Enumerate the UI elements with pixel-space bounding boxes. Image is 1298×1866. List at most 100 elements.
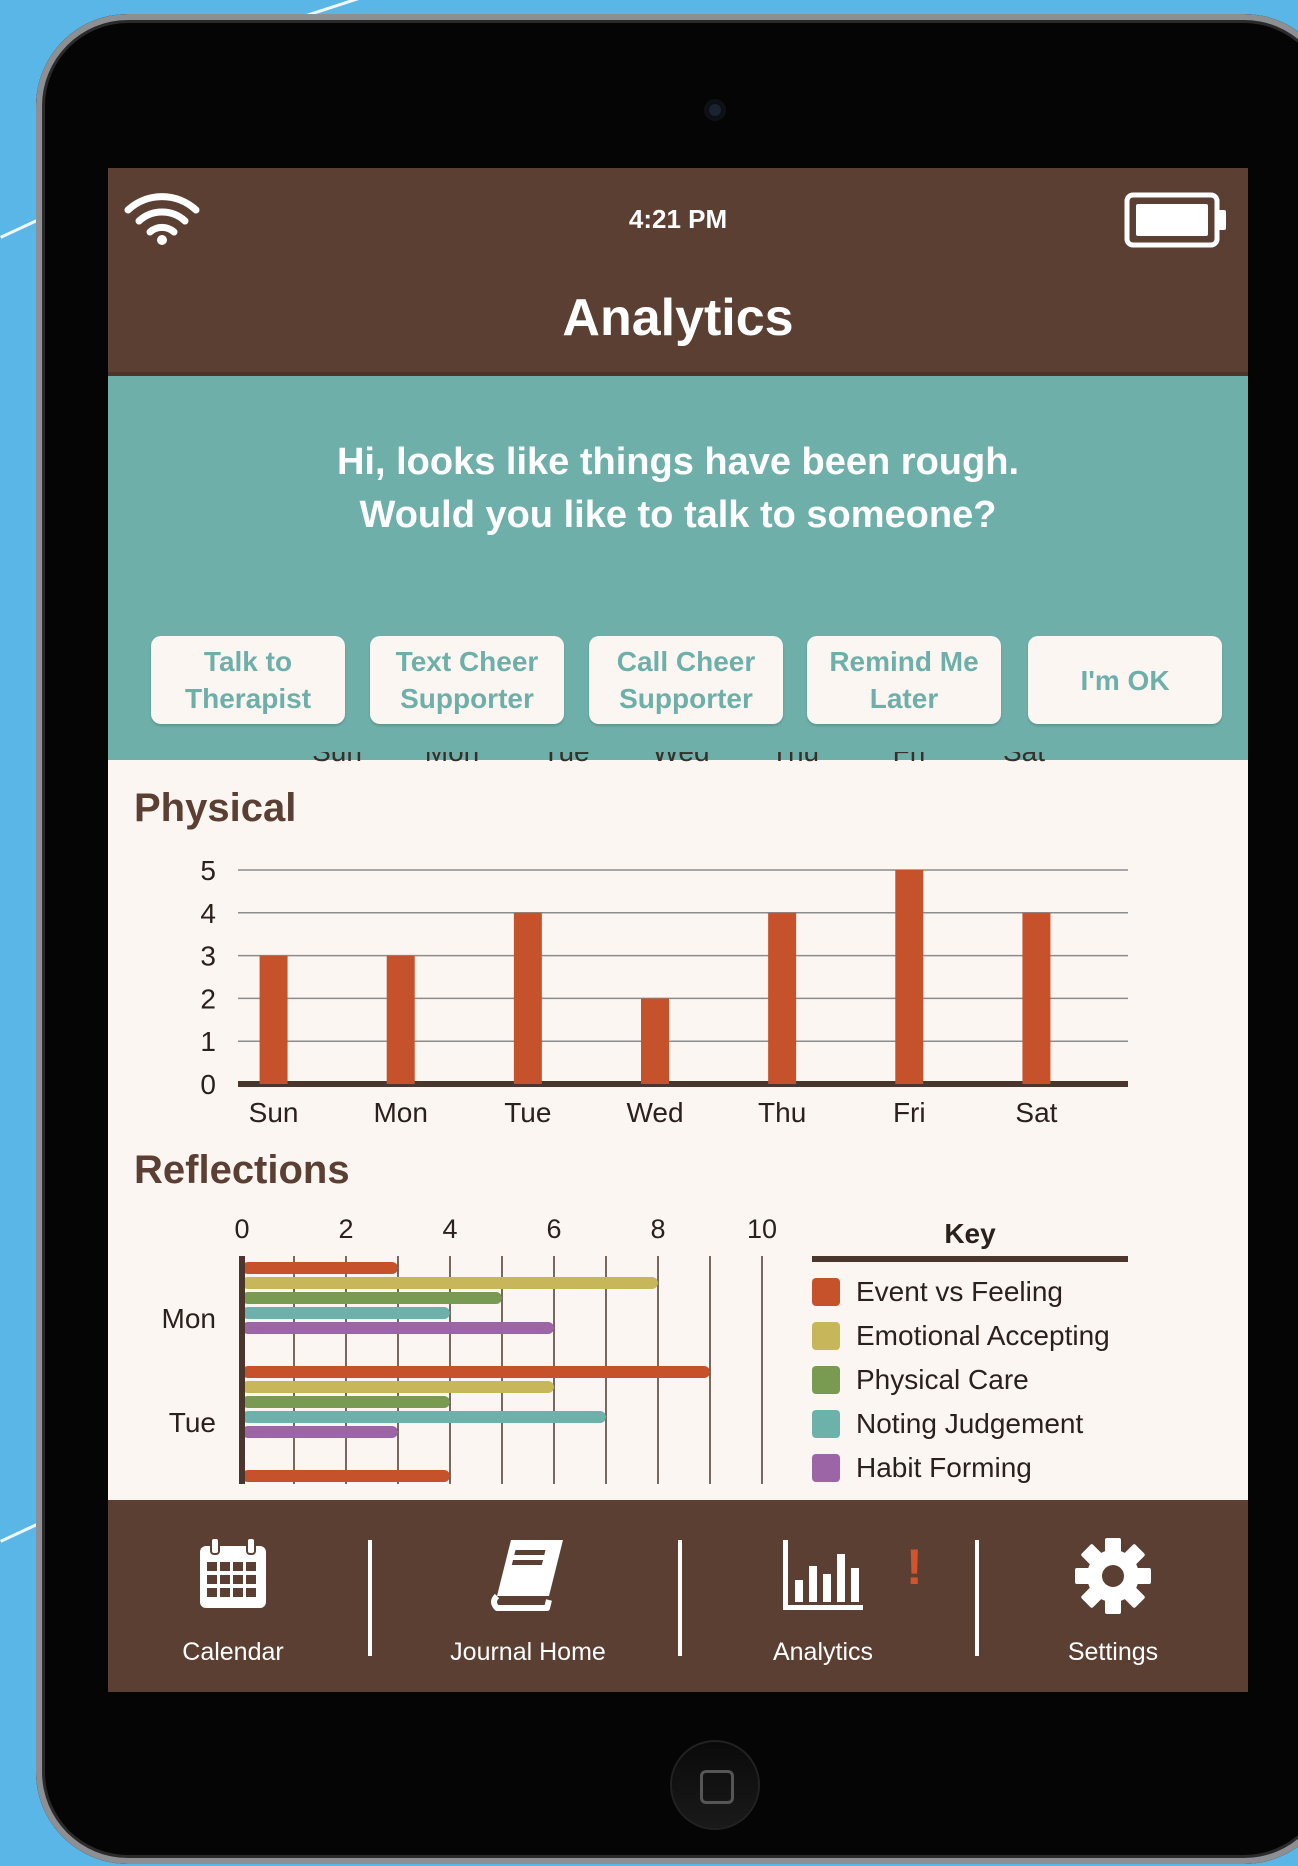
clipped-day-label: Thu xyxy=(771,752,819,768)
y-tick-label: 5 xyxy=(200,855,216,886)
tab-divider xyxy=(975,1540,979,1656)
legend-label: Event vs Feeling xyxy=(856,1276,1063,1307)
physical-title: Physical xyxy=(134,786,297,830)
reflections-title: Reflections xyxy=(134,1148,350,1192)
bar xyxy=(1022,912,1051,1084)
y-tick-label: Tue xyxy=(169,1407,216,1438)
legend-swatch xyxy=(812,1278,840,1306)
bar xyxy=(768,912,797,1084)
x-tick-label: 4 xyxy=(442,1214,457,1244)
bar xyxy=(513,912,542,1084)
tab-divider xyxy=(678,1540,682,1656)
status-time: 4:21 PM xyxy=(628,204,728,234)
x-tick-label: Fri xyxy=(893,1097,926,1128)
legend-label: Habit Forming xyxy=(856,1452,1032,1483)
bar xyxy=(242,1396,450,1408)
analytics-alert-badge: ! xyxy=(906,1539,923,1595)
x-tick-label: Sat xyxy=(1015,1097,1057,1128)
y-tick-label: 3 xyxy=(200,941,216,972)
legend-swatch xyxy=(812,1410,840,1438)
y-tick-label: 2 xyxy=(200,983,216,1014)
clipped-day-labels: Sun Mon Tue Wed Thu Fri Sat xyxy=(108,752,1248,770)
legend-item: Emotional Accepting xyxy=(812,1314,1142,1358)
bar xyxy=(242,1292,502,1304)
tab-journal-home[interactable]: Journal Home xyxy=(378,1500,678,1692)
legend-swatch xyxy=(812,1366,840,1394)
legend-swatch xyxy=(812,1454,840,1482)
bar xyxy=(242,1277,658,1289)
bar xyxy=(242,1307,450,1319)
y-tick-label: Mon xyxy=(162,1303,216,1334)
text-cheer-supporter-button[interactable]: Text Cheer Supporter xyxy=(370,636,564,724)
bar xyxy=(895,870,924,1084)
x-tick-label: Tue xyxy=(504,1097,551,1128)
clipped-day-label: Mon xyxy=(425,752,479,768)
bar xyxy=(242,1411,606,1423)
bar xyxy=(259,955,288,1084)
y-tick-label: 1 xyxy=(200,1026,216,1057)
tab-bar: Calendar Journal Home Analytics Settings xyxy=(108,1500,1248,1692)
tab-calendar-label: Calendar xyxy=(182,1638,284,1666)
background-stripe xyxy=(0,219,38,239)
support-message-line: Would you like to talk to someone? xyxy=(359,494,997,536)
legend-item: Physical Care xyxy=(812,1358,1142,1402)
legend-label: Noting Judgement xyxy=(856,1408,1084,1439)
front-camera xyxy=(706,101,724,119)
clipped-day-label: Wed xyxy=(652,752,709,768)
y-tick-label: 0 xyxy=(200,1069,216,1100)
tab-journal-home-label: Journal Home xyxy=(450,1638,606,1666)
bar xyxy=(242,1470,450,1482)
clipped-day-label: Sat xyxy=(1003,752,1045,768)
im-ok-button[interactable]: I'm OK xyxy=(1028,636,1222,724)
book-icon xyxy=(491,1540,563,1611)
background-stripe xyxy=(0,1523,38,1543)
legend-item: Habit Forming xyxy=(812,1446,1142,1490)
battery-icon xyxy=(1124,192,1226,248)
tab-settings[interactable]: Settings xyxy=(988,1500,1238,1692)
bar xyxy=(242,1366,710,1378)
clipped-day-label: Tue xyxy=(542,752,589,768)
x-tick-label: Wed xyxy=(626,1097,683,1128)
clipped-day-label: Fri xyxy=(893,752,926,768)
support-message: Hi, looks like things have been rough. W… xyxy=(108,436,1248,542)
support-message-line: Hi, looks like things have been rough. xyxy=(336,441,1019,483)
reflections-chart: 0 2 4 6 8 10 Mon Tue xyxy=(162,1214,777,1484)
x-tick-label: Sun xyxy=(249,1097,299,1128)
x-tick-label: 8 xyxy=(650,1214,665,1244)
bar xyxy=(242,1426,398,1438)
bar xyxy=(242,1262,398,1274)
tab-calendar[interactable]: Calendar xyxy=(108,1500,358,1692)
bar xyxy=(386,955,415,1084)
home-button[interactable] xyxy=(672,1742,758,1828)
legend-label: Physical Care xyxy=(856,1364,1029,1395)
talk-to-therapist-button[interactable]: Talk to Therapist xyxy=(151,636,345,724)
reflections-legend: Key Event vs Feeling Emotional Accepting P… xyxy=(812,1218,1142,1490)
tab-analytics[interactable]: Analytics xyxy=(693,1500,953,1692)
page-title: Analytics xyxy=(562,289,794,347)
call-cheer-supporter-button[interactable]: Call Cheer Supporter xyxy=(589,636,783,724)
tab-settings-label: Settings xyxy=(1067,1638,1159,1666)
bar xyxy=(641,998,669,1084)
tab-divider xyxy=(368,1540,372,1656)
remind-me-later-button[interactable]: Remind Me Later xyxy=(807,636,1001,724)
support-banner: Hi, looks like things have been rough. W… xyxy=(108,376,1248,760)
y-tick-label: 4 xyxy=(200,898,216,929)
x-tick-label: Thu xyxy=(758,1097,806,1128)
x-tick-label: 2 xyxy=(338,1214,353,1244)
tab-analytics-label: Analytics xyxy=(772,1638,874,1666)
x-tick-label: 6 xyxy=(546,1214,561,1244)
top-bar: 4:21 PM Analytics xyxy=(108,168,1248,376)
calendar-icon xyxy=(200,1537,266,1608)
legend-item: Noting Judgement xyxy=(812,1402,1142,1446)
legend-title: Key xyxy=(812,1218,1128,1262)
bar xyxy=(242,1322,554,1334)
x-tick-label: Mon xyxy=(373,1097,427,1128)
x-tick-label: 10 xyxy=(747,1214,777,1244)
legend-swatch xyxy=(812,1322,840,1350)
clipped-day-label: Sun xyxy=(312,752,362,768)
legend-label: Emotional Accepting xyxy=(856,1320,1110,1351)
legend-item: Event vs Feeling xyxy=(812,1270,1142,1314)
gear-icon xyxy=(1075,1538,1151,1614)
bar xyxy=(242,1381,554,1393)
x-tick-label: 0 xyxy=(234,1214,249,1244)
